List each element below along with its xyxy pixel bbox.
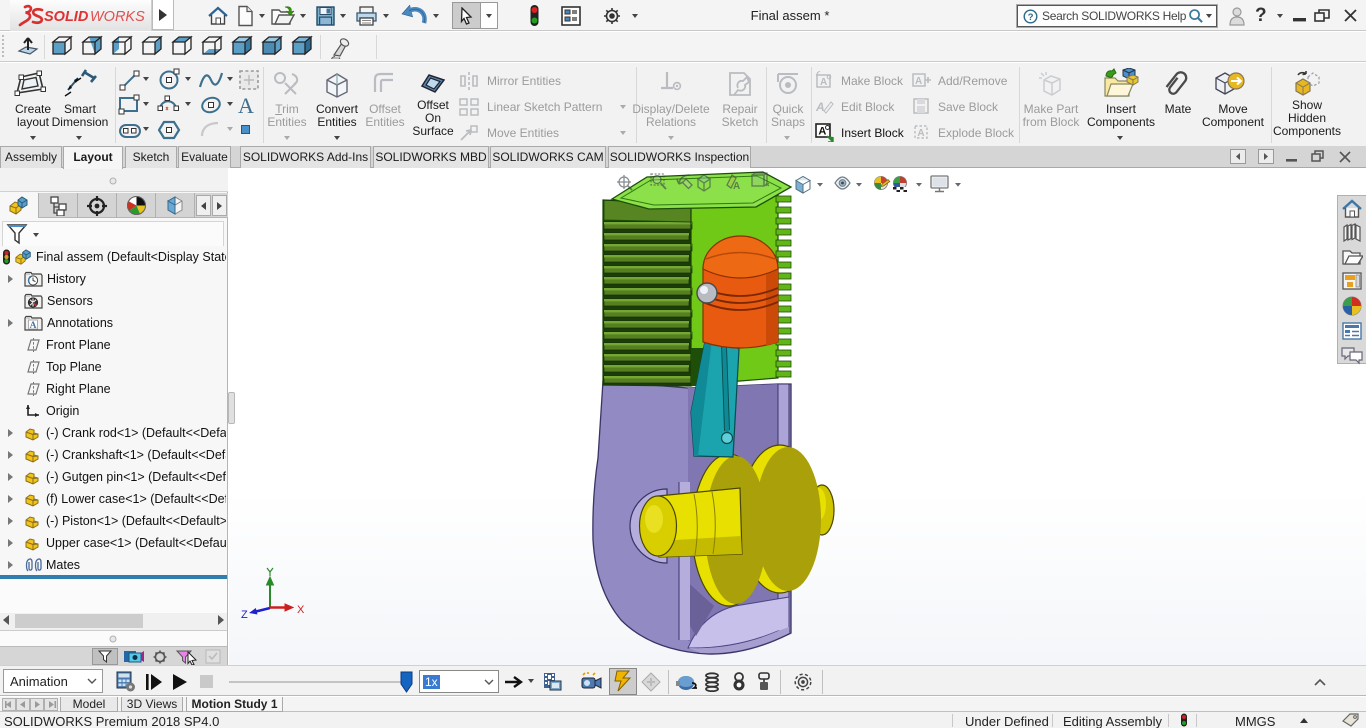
svg-text:X: X: [297, 604, 305, 616]
svg-text:A: A: [820, 77, 827, 88]
svg-text:A: A: [30, 321, 37, 331]
svg-text:A: A: [917, 128, 924, 139]
svg-text:A: A: [915, 76, 922, 87]
svg-text:WORKS: WORKS: [90, 9, 145, 25]
svg-text:A: A: [733, 181, 740, 192]
svg-text:Z: Z: [241, 609, 248, 621]
svg-text:SOLID: SOLID: [44, 9, 89, 25]
svg-text:?: ?: [1028, 11, 1034, 21]
svg-text:A: A: [815, 100, 825, 114]
